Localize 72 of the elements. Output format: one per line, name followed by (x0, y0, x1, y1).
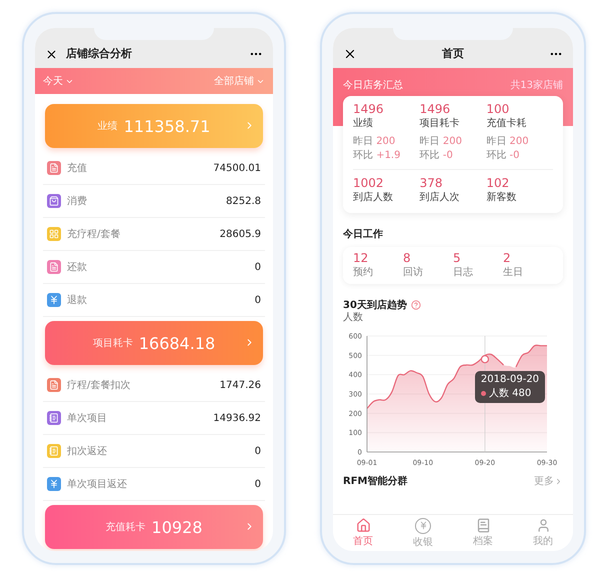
chevron-right-icon (554, 476, 563, 486)
total-card[interactable]: 项目耗卡 16684.18 (45, 321, 263, 365)
row-value: 28605.9 (220, 228, 261, 240)
ratio-text: 环比 -0 (486, 149, 520, 163)
stat-label: 到店人数 (353, 191, 394, 205)
stat-value: 1496 (420, 102, 452, 117)
stat-value: 1002 (353, 176, 385, 191)
row-value: 0 (254, 446, 261, 456)
tab[interactable]: 收银 (393, 515, 453, 551)
row-label: 消费 (67, 194, 88, 208)
tooltip-value: 人数 480 (480, 386, 540, 400)
filter-dropdown[interactable]: 今天 (43, 74, 74, 88)
yesterday-text: 昨日 200 (486, 135, 530, 149)
row-value: 8252.8 (226, 196, 261, 206)
summary-title: 今日店务汇总 (343, 78, 403, 92)
work-count: 5 (453, 251, 462, 266)
section-title: 今日工作 (343, 228, 383, 241)
page-title: 首页 (441, 46, 465, 61)
row-value: 0 (254, 262, 261, 272)
total-card[interactable]: 业绩 111358.71 (45, 104, 263, 148)
work-count: 2 (503, 251, 512, 266)
stat-label: 新客数 (486, 191, 518, 205)
tab[interactable]: 档案 (453, 515, 513, 551)
close-icon[interactable] (343, 47, 357, 61)
user-icon (536, 518, 550, 533)
row-value: 14936.92 (213, 412, 261, 424)
stat-value: 1496 (353, 102, 385, 117)
section-title: RFM智能分群 (343, 474, 408, 488)
ratio-text: 环比 +1.9 (353, 149, 402, 163)
work-label: 预约 (353, 266, 374, 280)
stat-label: 项目耗卡 (420, 117, 461, 131)
stat-value: 378 (420, 176, 444, 191)
close-icon[interactable] (45, 48, 58, 61)
row-label: 充值 (67, 162, 88, 175)
work-label: 日志 (453, 266, 474, 280)
row-value: 0 (254, 478, 261, 490)
row-label: 单次项目返还 (67, 478, 128, 491)
row-label: 单次项目 (67, 412, 108, 425)
stat-label: 到店人次 (420, 191, 461, 205)
yesterday-text: 昨日 200 (420, 135, 463, 149)
book-icon (476, 518, 490, 533)
row-label: 充疗程/套餐 (67, 228, 122, 241)
store-count: 共13家店铺 (510, 78, 563, 92)
stat-value: 100 (486, 102, 510, 117)
yen-icon (415, 518, 431, 534)
tooltip-date: 2018-09-20 (480, 374, 540, 386)
section-title: 30天到店趋势 (343, 298, 407, 312)
home-icon (356, 518, 370, 533)
ratio-text: 环比 -0 (420, 149, 454, 163)
work-label: 回访 (403, 266, 424, 280)
stat-label: 充值卡耗 (486, 117, 528, 131)
work-count: 12 (353, 251, 370, 266)
page-title: 店铺综合分析 (66, 46, 133, 61)
row-value: 74500.01 (213, 162, 261, 174)
work-count: 8 (403, 251, 412, 266)
stat-label: 业绩 (353, 117, 374, 131)
row-value: 1747.26 (220, 380, 261, 390)
row-label: 扣次返还 (67, 444, 108, 458)
help-icon[interactable] (410, 300, 421, 310)
row-label: 还款 (67, 261, 88, 274)
yesterday-text: 昨日 200 (353, 135, 396, 149)
work-label: 生日 (503, 266, 524, 280)
filter-dropdown[interactable]: 全部店铺 (214, 74, 265, 88)
tab[interactable]: 首页 (333, 515, 393, 551)
more-link[interactable]: 更多 (534, 474, 563, 488)
row-value: 0 (254, 294, 261, 306)
axis-label: 人数 (342, 312, 364, 324)
row-label: 退款 (67, 294, 88, 307)
tab[interactable]: 我的 (513, 515, 573, 551)
row-label: 疗程/套餐扣次 (67, 378, 132, 392)
total-card[interactable]: 充值耗卡 10928 (45, 505, 263, 549)
stat-value: 102 (486, 176, 510, 191)
